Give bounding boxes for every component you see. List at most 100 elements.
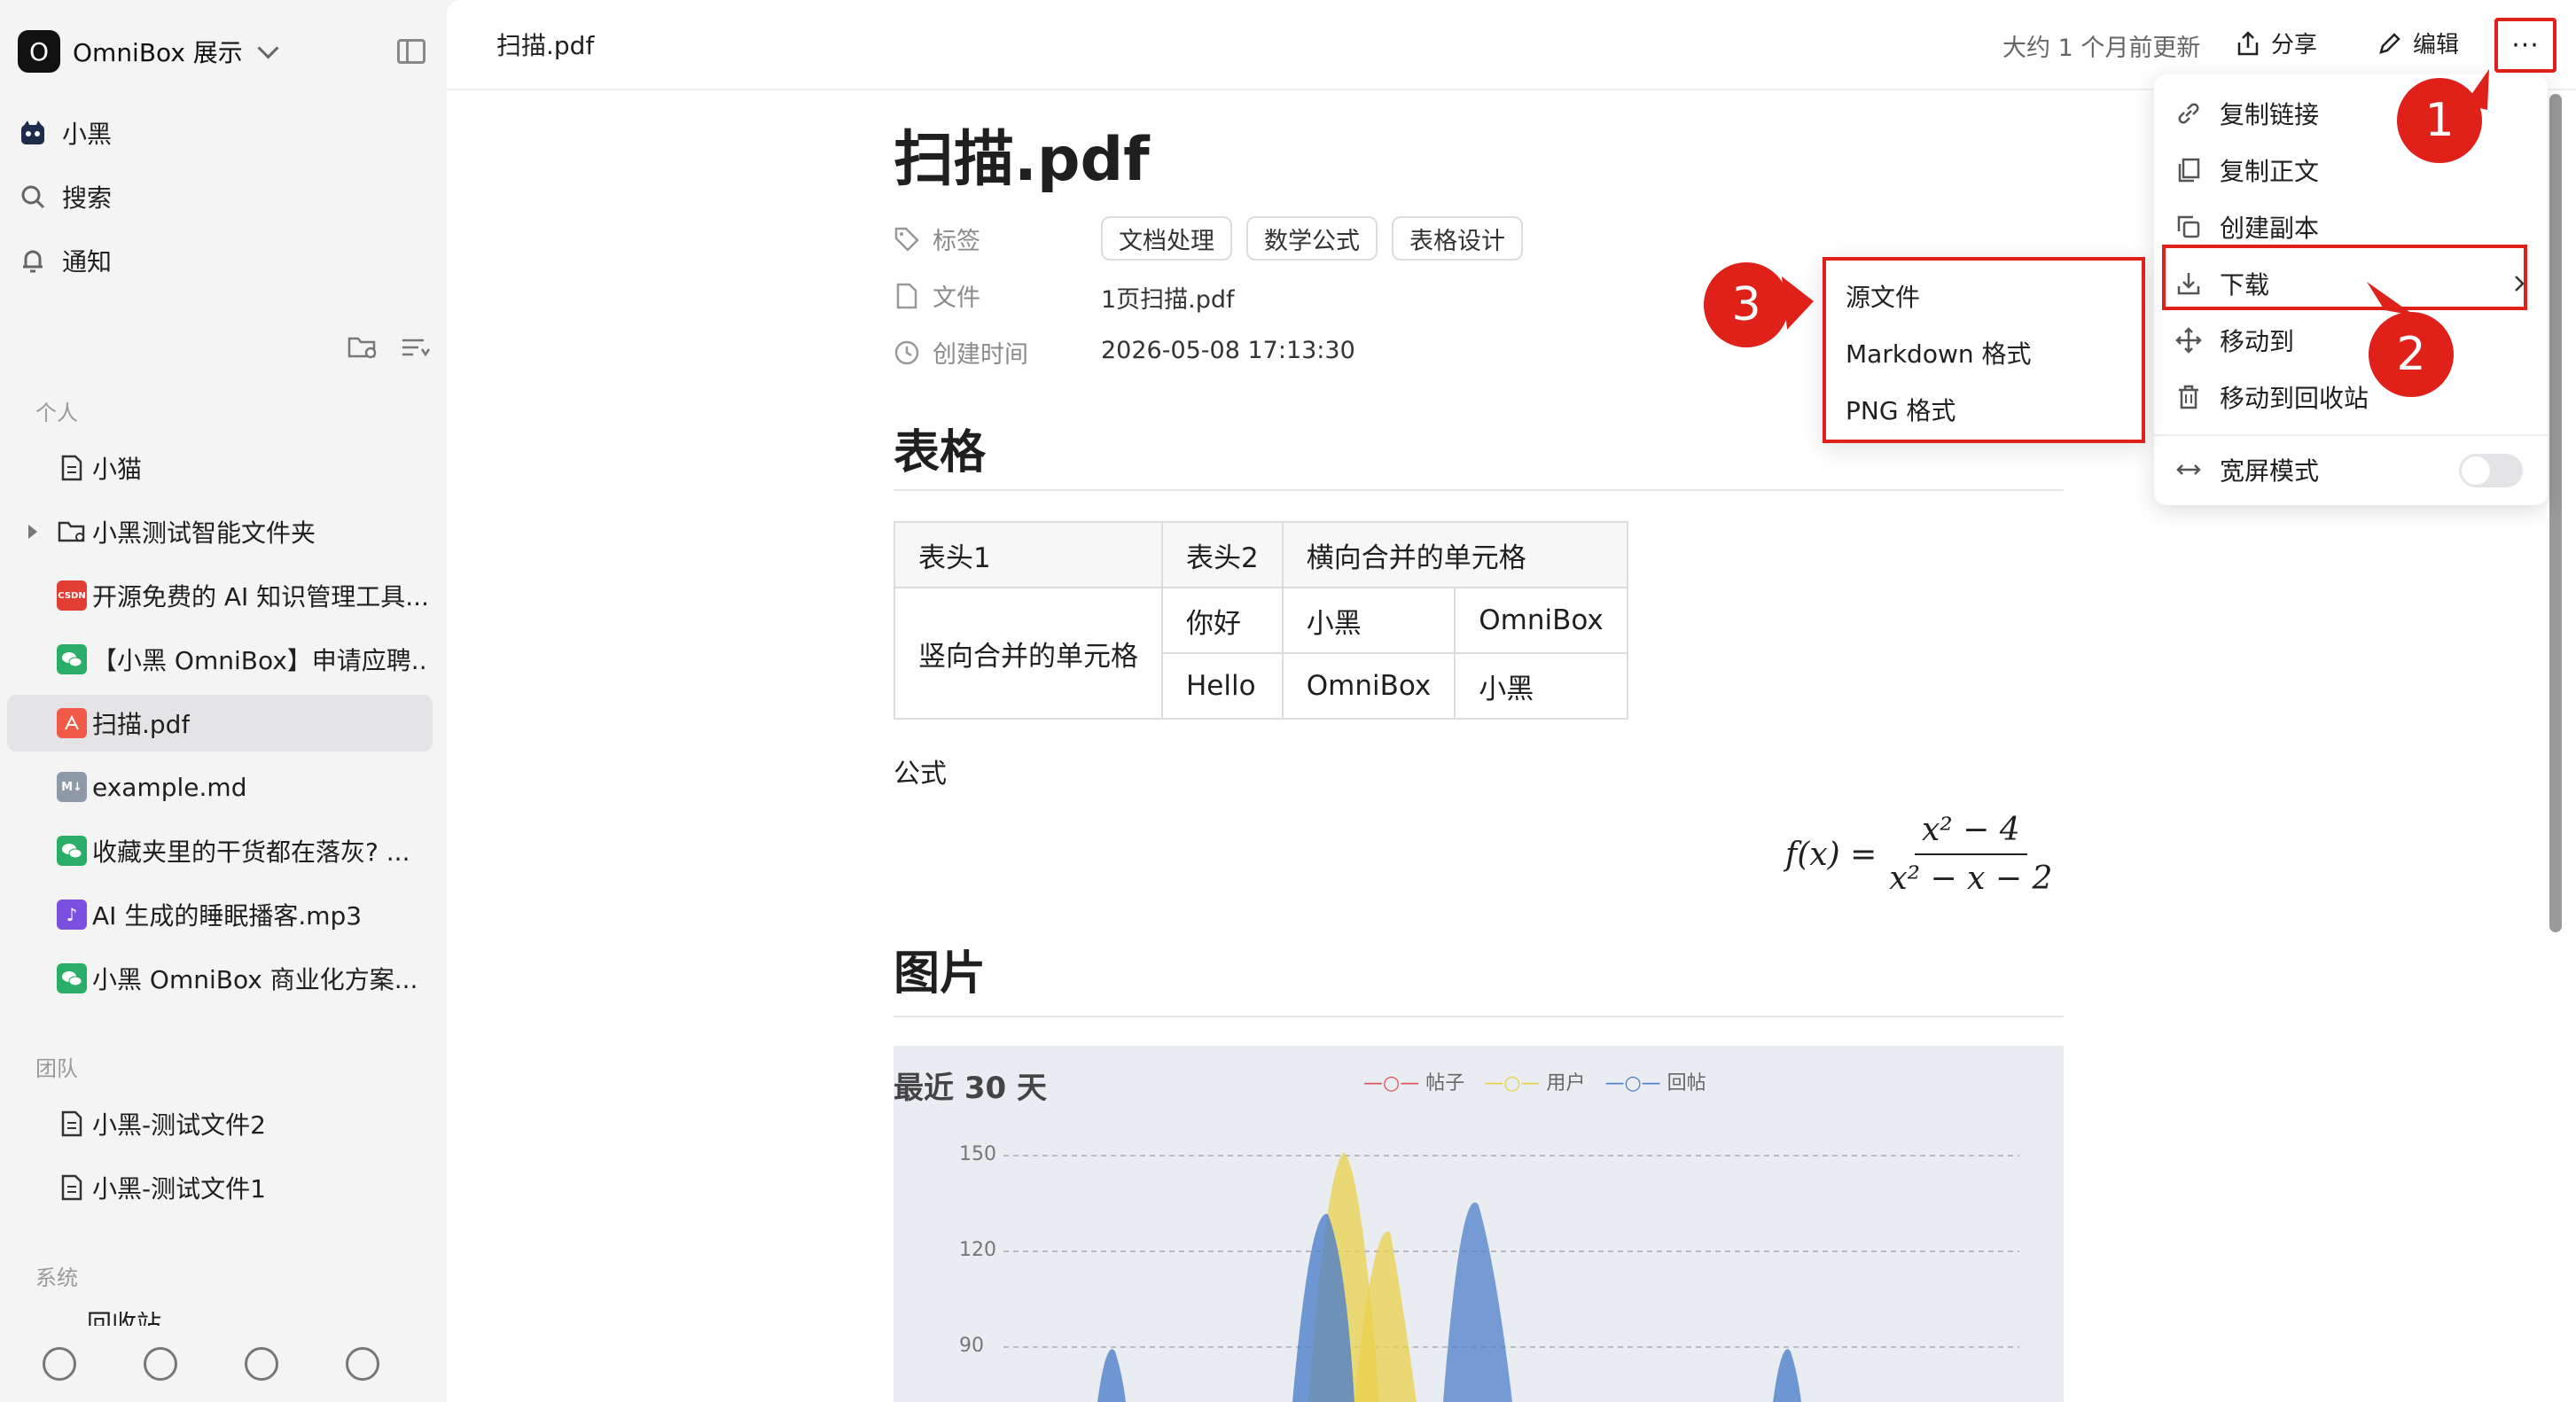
- menu-item-duplicate[interactable]: 创建副本: [2175, 209, 2319, 245]
- menu-item-wide-mode[interactable]: 宽屏模式: [2175, 452, 2319, 487]
- wechat-icon: [57, 836, 87, 866]
- duplicate-icon: [2177, 215, 2200, 238]
- sidebar-item-wechat-article-2[interactable]: 收藏夹里的干货都在落灰? ...: [7, 822, 433, 879]
- table-header: 横向合并的单元格: [1281, 521, 1628, 588]
- arrows-horizontal-icon: [2176, 464, 2201, 475]
- formula-numerator: x² − 4: [1915, 812, 2027, 855]
- divider: [894, 1016, 2064, 1017]
- menu-divider: [2154, 434, 2548, 436]
- bell-icon: [20, 247, 46, 274]
- menu-item-move-to[interactable]: 移动到: [2175, 323, 2294, 358]
- menu-item-move-to-trash[interactable]: 移动到回收站: [2175, 379, 2369, 415]
- markdown-icon: M↓: [57, 772, 87, 802]
- tag-chip[interactable]: 表格设计: [1392, 216, 1523, 261]
- share-button[interactable]: 分享: [2236, 27, 2317, 59]
- sidebar-item-label: 小黑-测试文件2: [92, 1110, 266, 1140]
- scrollbar[interactable]: [2549, 94, 2562, 932]
- chevron-down-icon: [257, 36, 279, 59]
- sidebar-item-scan-pdf[interactable]: 扫描.pdf: [7, 695, 433, 752]
- table-cell: OmniBox: [1281, 652, 1456, 720]
- sidebar-item-team-file-1[interactable]: 小黑-测试文件1: [7, 1159, 433, 1216]
- table-cell: 小黑: [1281, 587, 1456, 654]
- sidebar-item-trash[interactable]: 回收站: [25, 1312, 161, 1326]
- sidebar-actions: [347, 335, 431, 360]
- divider: [894, 489, 2064, 491]
- formula-lhs: f(x) =: [1785, 836, 1877, 873]
- more-options-button[interactable]: ···: [2494, 18, 2556, 73]
- section-personal: 个人: [35, 401, 78, 425]
- sidebar: O OmniBox 展示 小黑 搜索 通知 个人 小猫 小黑测试智能文件夹 CS…: [0, 0, 447, 1402]
- table-header: 表头1: [894, 521, 1163, 588]
- meta-file-label: 文件: [894, 278, 980, 313]
- new-smart-folder-icon[interactable]: [347, 335, 378, 360]
- wide-mode-toggle[interactable]: [2459, 454, 2523, 487]
- math-formula: f(x) = x² − 4 x² − x − 2: [1785, 812, 2052, 897]
- created-label: 创建时间: [933, 341, 1028, 369]
- sidebar-toggle-icon[interactable]: [397, 39, 425, 64]
- step-badge: 3: [1704, 262, 1789, 347]
- sidebar-item-smart-folder[interactable]: 小黑测试智能文件夹: [7, 503, 433, 560]
- menu-item-label: 移动到: [2220, 327, 2295, 356]
- menu-item-copy-body[interactable]: 复制正文: [2175, 152, 2319, 188]
- sidebar-item-wechat-article-1[interactable]: 【小黑 OmniBox】申请应聘...: [7, 631, 433, 688]
- created-time: 2026-05-08 17:13:30: [1101, 337, 1355, 364]
- workspace-name: OmniBox 展示: [73, 38, 243, 67]
- sidebar-item-xiaomao[interactable]: 小猫: [7, 440, 433, 496]
- file-label: 文件: [933, 284, 980, 312]
- wechat-group-icon[interactable]: [245, 1347, 278, 1381]
- help-icon[interactable]: [43, 1347, 76, 1381]
- table-cell: 你好: [1161, 587, 1284, 654]
- sidebar-footer: [43, 1347, 379, 1381]
- submenu-item-png[interactable]: PNG 格式: [1846, 392, 1955, 427]
- file-icon: [896, 283, 917, 308]
- table-cell: OmniBox: [1454, 587, 1628, 654]
- wechat-icon: [57, 644, 87, 674]
- search-icon: [20, 183, 46, 210]
- edit-button[interactable]: 编辑: [2377, 27, 2459, 59]
- expand-arrow-icon[interactable]: [28, 525, 37, 539]
- smart-folder-icon: [57, 517, 87, 547]
- menu-item-label: 复制正文: [2220, 157, 2320, 186]
- download-highlight: [2162, 245, 2527, 310]
- workspace-logo: O: [18, 30, 60, 73]
- sidebar-item-sleep-podcast[interactable]: ♪ AI 生成的睡眠播客.mp3: [7, 886, 433, 943]
- sidebar-item-team-file-2[interactable]: 小黑-测试文件2: [7, 1095, 433, 1152]
- wechat-icon: [57, 963, 87, 993]
- table-header: 表头2: [1161, 521, 1284, 588]
- menu-item-copy-link[interactable]: 复制链接: [2175, 96, 2319, 131]
- nav-notifications[interactable]: 通知: [20, 243, 112, 278]
- sidebar-item-label: 小猫: [92, 455, 143, 484]
- trash-icon: [2179, 385, 2198, 409]
- tag-chip[interactable]: 文档处理: [1101, 216, 1232, 261]
- breadcrumb: 扫描.pdf: [496, 31, 595, 60]
- edit-label: 编辑: [2413, 32, 2460, 58]
- pdf-icon: [57, 708, 87, 738]
- meta-tags-label: 标签: [894, 222, 980, 256]
- submenu-item-source-file[interactable]: 源文件: [1846, 278, 1920, 314]
- document-icon: [57, 1109, 87, 1139]
- feedback-icon[interactable]: [346, 1347, 379, 1381]
- submenu-item-markdown[interactable]: Markdown 格式: [1846, 335, 2032, 370]
- nav-search[interactable]: 搜索: [20, 179, 112, 214]
- nav-profile-label: 小黑: [62, 120, 113, 149]
- sidebar-item-example-md[interactable]: M↓ example.md: [7, 759, 433, 815]
- nav-notifications-label: 通知: [62, 247, 113, 277]
- sidebar-item-wechat-article-3[interactable]: 小黑 OmniBox 商业化方案...: [7, 950, 433, 1007]
- sort-icon[interactable]: [401, 335, 431, 360]
- step-badge: 2: [2369, 312, 2454, 397]
- tags-label: 标签: [933, 228, 980, 255]
- discord-icon[interactable]: [144, 1347, 177, 1381]
- menu-item-label: 宽屏模式: [2220, 456, 2320, 486]
- workspace-switcher[interactable]: O OmniBox 展示: [18, 27, 279, 76]
- tag-chip[interactable]: 数学公式: [1246, 216, 1378, 261]
- nav-profile[interactable]: 小黑: [20, 115, 112, 151]
- cat-avatar-icon: [20, 120, 46, 146]
- file-link[interactable]: 1页扫描.pdf: [1101, 280, 1235, 315]
- sidebar-item-label: 小黑测试智能文件夹: [92, 518, 316, 548]
- sidebar-item-csdn-article[interactable]: CSDN 开源免费的 AI 知识管理工具...: [7, 567, 433, 624]
- menu-item-label: 移动到回收站: [2220, 384, 2369, 413]
- step-badge: 1: [2397, 78, 2482, 163]
- tag-icon: [894, 227, 919, 252]
- menu-item-label: 复制链接: [2220, 100, 2320, 129]
- section-system: 系统: [35, 1266, 78, 1290]
